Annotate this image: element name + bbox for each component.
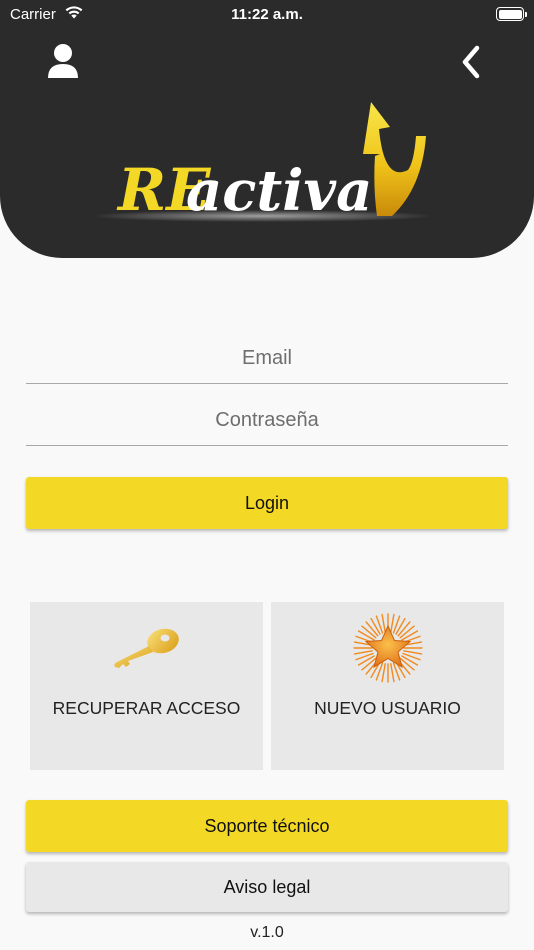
recover-access-tile[interactable]: RECUPERAR ACCESO	[30, 602, 263, 770]
login-button[interactable]: Login	[26, 477, 508, 529]
new-user-label: NUEVO USUARIO	[314, 698, 461, 718]
recover-access-label: RECUPERAR ACCESO	[52, 698, 241, 718]
star-burst-icon	[352, 613, 423, 683]
new-user-tile[interactable]: NUEVO USUARIO	[271, 602, 504, 770]
support-button[interactable]: Soporte técnico	[26, 800, 508, 852]
chevron-left-icon	[462, 45, 480, 79]
arrow-mark	[363, 102, 426, 216]
key-icon	[113, 628, 179, 668]
reactivate-logo: RE activa	[92, 102, 434, 224]
email-field[interactable]	[26, 334, 508, 384]
user-profile-button[interactable]	[45, 42, 81, 82]
password-field[interactable]	[26, 396, 508, 446]
status-bar: Carrier 11:22 a.m.	[0, 0, 534, 28]
user-icon	[48, 44, 78, 78]
logo-activa-text: activa	[186, 158, 372, 224]
battery-icon	[496, 7, 527, 21]
version-label: v.1.0	[250, 924, 284, 941]
legal-notice-button[interactable]: Aviso legal	[26, 862, 508, 912]
back-button[interactable]	[455, 44, 487, 80]
clock-label: 11:22 a.m.	[231, 6, 303, 23]
